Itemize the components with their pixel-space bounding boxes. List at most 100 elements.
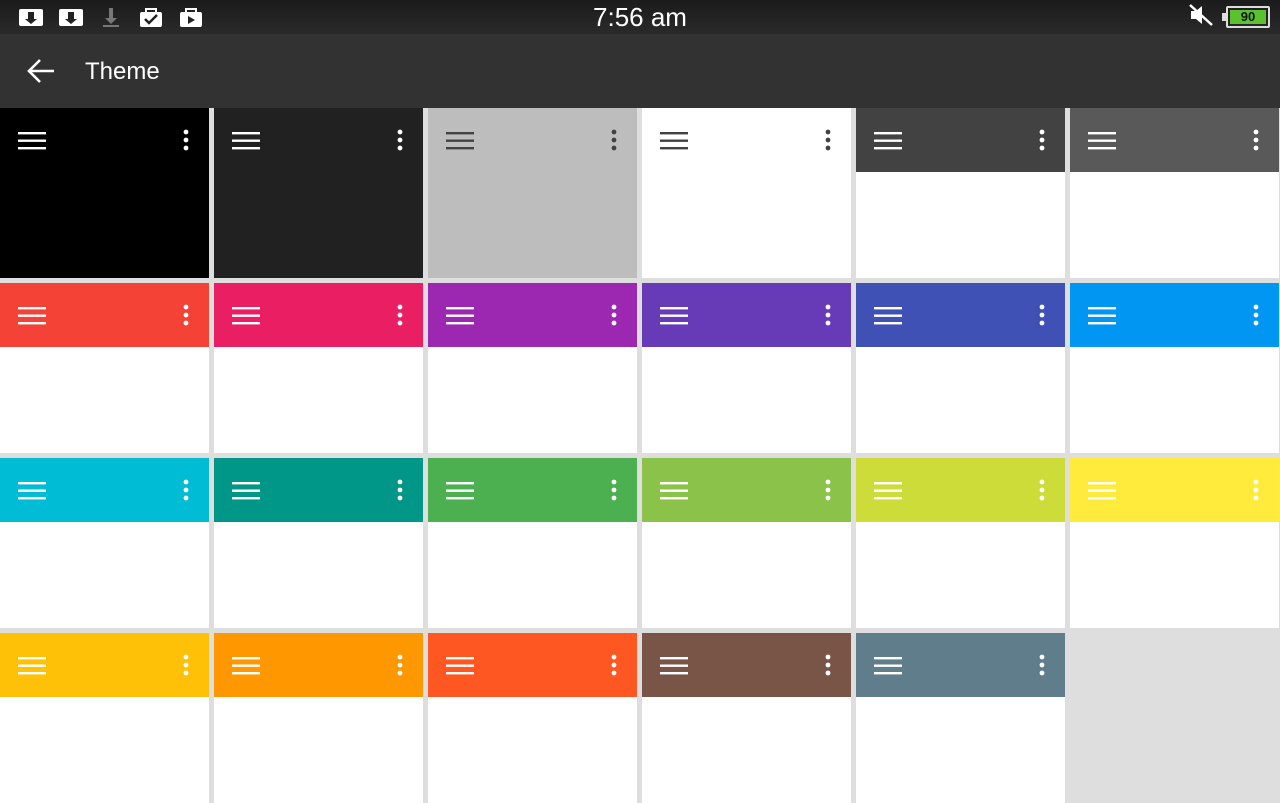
- menu-icon: [660, 657, 688, 675]
- menu-icon: [874, 307, 902, 325]
- theme-card-header: [428, 458, 637, 522]
- more-vert-icon: [824, 304, 832, 326]
- menu-icon: [1088, 307, 1116, 325]
- theme-card-header: [428, 108, 637, 278]
- theme-card-header: [0, 458, 209, 522]
- theme-card-header: [0, 283, 209, 347]
- theme-card[interactable]: [428, 633, 637, 803]
- theme-card[interactable]: [856, 633, 1065, 803]
- menu-icon: [874, 132, 902, 150]
- theme-card-header: [642, 108, 851, 278]
- menu-icon: [446, 132, 474, 150]
- more-vert-icon: [610, 479, 618, 501]
- status-bar: 7:56 am 90: [0, 0, 1280, 34]
- theme-card-header: [856, 633, 1065, 697]
- more-vert-icon: [182, 479, 190, 501]
- more-vert-icon: [182, 129, 190, 151]
- more-vert-icon: [610, 304, 618, 326]
- theme-card[interactable]: [1070, 283, 1279, 453]
- theme-card-header: [642, 633, 851, 697]
- theme-card-header: [856, 108, 1065, 172]
- theme-card[interactable]: [1070, 108, 1279, 278]
- theme-card[interactable]: [0, 458, 209, 628]
- theme-card[interactable]: [0, 633, 209, 803]
- more-vert-icon: [610, 129, 618, 151]
- more-vert-icon: [1038, 654, 1046, 676]
- menu-icon: [660, 307, 688, 325]
- menu-icon: [232, 132, 260, 150]
- theme-card-header: [1070, 108, 1279, 172]
- mute-icon: [1188, 3, 1214, 32]
- theme-card-header: [0, 633, 209, 697]
- theme-card[interactable]: [214, 458, 423, 628]
- theme-card[interactable]: [642, 108, 851, 278]
- theme-card-header: [642, 458, 851, 522]
- theme-card[interactable]: [428, 283, 637, 453]
- theme-card[interactable]: [0, 283, 209, 453]
- status-right-icons: 90: [1188, 3, 1270, 31]
- more-vert-icon: [396, 479, 404, 501]
- theme-card-header: [428, 283, 637, 347]
- theme-card[interactable]: [856, 108, 1065, 278]
- more-vert-icon: [1252, 479, 1260, 501]
- menu-icon: [18, 307, 46, 325]
- menu-icon: [1088, 482, 1116, 500]
- battery-icon: 90: [1222, 6, 1270, 28]
- theme-card-header: [214, 108, 423, 278]
- more-vert-icon: [182, 654, 190, 676]
- page-title: Theme: [85, 58, 160, 85]
- theme-card-header: [856, 458, 1065, 522]
- theme-card-header: [1070, 283, 1279, 347]
- theme-card[interactable]: [0, 108, 209, 278]
- app-bar: Theme: [0, 34, 1280, 108]
- menu-icon: [446, 307, 474, 325]
- more-vert-icon: [1038, 479, 1046, 501]
- theme-card[interactable]: [642, 283, 851, 453]
- arrow-back-icon[interactable]: [24, 54, 58, 88]
- theme-grid: [0, 108, 1280, 803]
- more-vert-icon: [610, 654, 618, 676]
- menu-icon: [18, 132, 46, 150]
- menu-icon: [18, 482, 46, 500]
- menu-icon: [660, 482, 688, 500]
- more-vert-icon: [1038, 304, 1046, 326]
- theme-card-header: [214, 283, 423, 347]
- status-time: 7:56 am: [593, 2, 687, 32]
- theme-card[interactable]: [428, 458, 637, 628]
- theme-card[interactable]: [642, 458, 851, 628]
- more-vert-icon: [182, 304, 190, 326]
- more-vert-icon: [1252, 129, 1260, 151]
- theme-card-header: [856, 283, 1065, 347]
- more-vert-icon: [1252, 304, 1260, 326]
- theme-card[interactable]: [428, 108, 637, 278]
- theme-card[interactable]: [856, 283, 1065, 453]
- theme-card-header: [428, 633, 637, 697]
- more-vert-icon: [1038, 129, 1046, 151]
- more-vert-icon: [396, 654, 404, 676]
- menu-icon: [446, 482, 474, 500]
- theme-card-header: [1070, 458, 1279, 522]
- theme-card[interactable]: [642, 633, 851, 803]
- theme-card-header: [642, 283, 851, 347]
- menu-icon: [446, 657, 474, 675]
- menu-icon: [232, 657, 260, 675]
- more-vert-icon: [824, 479, 832, 501]
- more-vert-icon: [824, 129, 832, 151]
- menu-icon: [18, 657, 46, 675]
- menu-icon: [874, 657, 902, 675]
- more-vert-icon: [396, 129, 404, 151]
- theme-card-header: [214, 458, 423, 522]
- theme-card[interactable]: [1070, 458, 1279, 628]
- theme-card[interactable]: [214, 283, 423, 453]
- theme-card[interactable]: [214, 633, 423, 803]
- menu-icon: [232, 482, 260, 500]
- battery-level: 90: [1240, 9, 1256, 24]
- theme-card[interactable]: [856, 458, 1065, 628]
- theme-card[interactable]: [214, 108, 423, 278]
- theme-card-header: [214, 633, 423, 697]
- more-vert-icon: [824, 654, 832, 676]
- theme-card-header: [0, 108, 209, 278]
- menu-icon: [232, 307, 260, 325]
- menu-icon: [1088, 132, 1116, 150]
- menu-icon: [874, 482, 902, 500]
